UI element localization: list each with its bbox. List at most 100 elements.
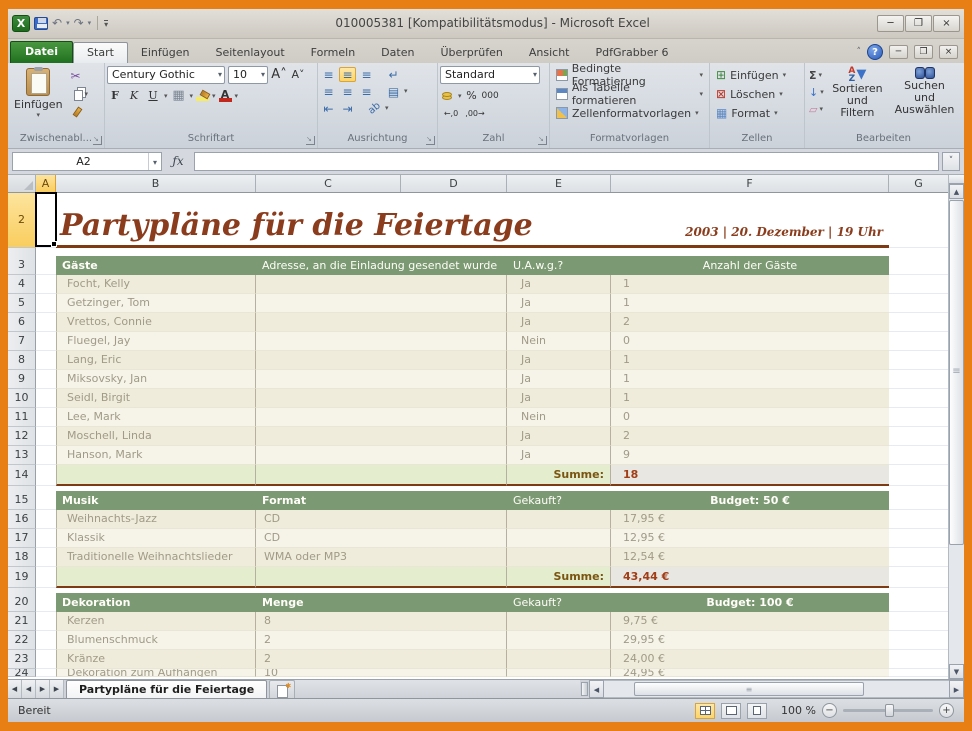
row-header-6[interactable]: 6 (8, 313, 36, 332)
sort-filter-button[interactable]: AZ ▼ Sortieren und Filtern (826, 66, 889, 132)
cell-a2-selected[interactable] (36, 193, 56, 248)
music-total-cell[interactable]: 43,44 € (611, 567, 889, 588)
zoom-in-button[interactable]: + (939, 703, 954, 718)
row-header-4[interactable]: 4 (8, 275, 36, 294)
decor-qty-cell[interactable]: 2 (256, 631, 507, 650)
underline-button[interactable]: U (145, 88, 161, 104)
guest-count-cell[interactable]: 2 (611, 313, 889, 332)
empty-cell[interactable] (889, 193, 948, 248)
merge-center-icon[interactable]: ▤ (385, 84, 402, 99)
music-price-cell[interactable]: 12,95 € (611, 529, 889, 548)
shrink-font-icon[interactable]: A˅ (290, 67, 306, 83)
guest-count-cell[interactable]: 1 (611, 351, 889, 370)
row-header-11[interactable]: 11 (8, 408, 36, 427)
format-painter-button[interactable] (69, 105, 91, 120)
guest-count-cell[interactable]: 2 (611, 427, 889, 446)
guest-name-cell[interactable]: Moschell, Linda (56, 427, 256, 446)
row-header-5[interactable]: 5 (8, 294, 36, 313)
hscroll-right-icon[interactable]: ▶ (949, 680, 964, 698)
music-price-cell[interactable]: 17,95 € (611, 510, 889, 529)
row-header-20[interactable]: 20 (8, 593, 36, 612)
guest-rsvp-cell[interactable]: Nein (507, 332, 611, 351)
tab-datei[interactable]: Datei (10, 41, 73, 63)
decor-qty-cell[interactable]: 10 (256, 669, 507, 677)
tab-daten[interactable]: Daten (368, 43, 427, 63)
currency-icon[interactable] (442, 92, 452, 97)
decor-price-cell[interactable]: 29,95 € (611, 631, 889, 650)
orientation-icon[interactable]: ab (363, 97, 386, 119)
row-header-14[interactable]: 14 (8, 465, 36, 486)
redo-dropdown-icon[interactable]: ▾ (88, 16, 92, 30)
tab-pdfgrabber[interactable]: PdfGrabber 6 (582, 43, 681, 63)
column-header-c[interactable]: C (256, 175, 401, 192)
row-header-23[interactable]: 23 (8, 650, 36, 669)
horizontal-scroll-thumb[interactable]: ≡ (634, 682, 864, 696)
decrease-indent-icon[interactable]: ⇤ (320, 101, 337, 116)
sheet-title-cell[interactable]: Partypläne für die Feiertage 2003 | 20. … (56, 193, 889, 248)
decrease-decimal-icon[interactable]: ,00→ (464, 106, 486, 122)
format-cells-button[interactable]: ▦ Format ▾ (712, 104, 802, 123)
horizontal-scroll-track[interactable]: ≡ (604, 680, 949, 698)
wrap-text-icon[interactable]: ↵ (385, 67, 402, 82)
page-layout-view-button[interactable] (721, 703, 741, 719)
music-sum-label[interactable]: Summe: (507, 567, 611, 588)
save-icon[interactable] (34, 17, 48, 30)
undo-dropdown-icon[interactable]: ▾ (66, 16, 70, 30)
tab-start[interactable]: Start (73, 42, 128, 63)
guest-rsvp-cell[interactable]: Ja (507, 313, 611, 332)
tab-ueberpruefen[interactable]: Überprüfen (427, 43, 515, 63)
decor-name-cell[interactable]: Blumenschmuck (56, 631, 256, 650)
guest-count-cell[interactable]: 1 (611, 389, 889, 408)
autosum-button[interactable]: Σ▾ (807, 68, 826, 83)
decor-price-cell[interactable]: 24,95 € (611, 669, 889, 677)
guest-rsvp-cell[interactable]: Ja (507, 389, 611, 408)
music-header-bought[interactable]: Gekauft? (507, 491, 611, 510)
sheet-tab[interactable]: Partypläne für die Feiertage (66, 680, 267, 698)
guest-count-cell[interactable]: 1 (611, 294, 889, 313)
row-header-24[interactable]: 24 (8, 669, 36, 677)
decor-header-budget[interactable]: Budget: 100 € (611, 593, 889, 612)
vertical-scroll-track[interactable] (949, 546, 964, 664)
increase-decimal-icon[interactable]: ←,0 (440, 106, 462, 122)
row-header-19[interactable]: 19 (8, 567, 36, 588)
tab-einfuegen[interactable]: Einfügen (128, 43, 203, 63)
guest-rsvp-cell[interactable]: Ja (507, 294, 611, 313)
guests-total-cell[interactable]: 18 (611, 465, 889, 486)
find-select-button[interactable]: Suchen und Auswählen (889, 66, 960, 132)
thousands-icon[interactable]: 000 (482, 88, 499, 104)
row-header-16[interactable]: 16 (8, 510, 36, 529)
next-sheet-icon[interactable]: ▶ (36, 680, 50, 698)
guest-name-cell[interactable]: Fluegel, Jay (56, 332, 256, 351)
font-dialog-launcher-icon[interactable]: ↘ (306, 136, 315, 145)
guests-header-count[interactable]: Anzahl der Gäste (611, 256, 889, 275)
vertical-scroll-thumb[interactable] (949, 200, 964, 545)
insert-function-icon[interactable]: ƒx (165, 154, 191, 168)
row-header-3[interactable]: 3 (8, 256, 36, 275)
name-box[interactable]: A2 ▾ (12, 152, 162, 171)
font-color-button[interactable]: A (219, 89, 232, 102)
align-right-icon[interactable]: ≡ (358, 84, 375, 99)
paste-button[interactable]: Einfügen ▾ (10, 66, 67, 132)
zoom-level-label[interactable]: 100 % (781, 704, 816, 717)
copy-button[interactable]: ▾ (69, 87, 91, 102)
close-button[interactable]: × (933, 15, 960, 32)
minimize-button[interactable]: ─ (877, 15, 904, 32)
zoom-slider-thumb[interactable] (885, 704, 894, 717)
collapse-ribbon-icon[interactable]: ˄ (857, 47, 862, 57)
guest-name-cell[interactable]: Vrettos, Connie (56, 313, 256, 332)
guest-name-cell[interactable]: Focht, Kelly (56, 275, 256, 294)
guest-name-cell[interactable]: Lee, Mark (56, 408, 256, 427)
split-handle[interactable] (949, 175, 964, 184)
doc-close-button[interactable]: × (939, 45, 958, 59)
column-header-d[interactable]: D (401, 175, 507, 192)
guest-name-cell[interactable]: Getzinger, Tom (56, 294, 256, 313)
music-header-name[interactable]: Musik (56, 491, 256, 510)
decor-header-bought[interactable]: Gekauft? (507, 593, 611, 612)
guest-count-cell[interactable]: 0 (611, 332, 889, 351)
percent-icon[interactable]: % (464, 88, 480, 104)
increase-indent-icon[interactable]: ⇥ (339, 101, 356, 116)
insert-worksheet-icon[interactable] (269, 680, 295, 698)
expand-formula-bar-icon[interactable]: ˅ (942, 152, 960, 171)
normal-view-button[interactable] (695, 703, 715, 719)
undo-icon[interactable]: ↶ (52, 16, 62, 30)
